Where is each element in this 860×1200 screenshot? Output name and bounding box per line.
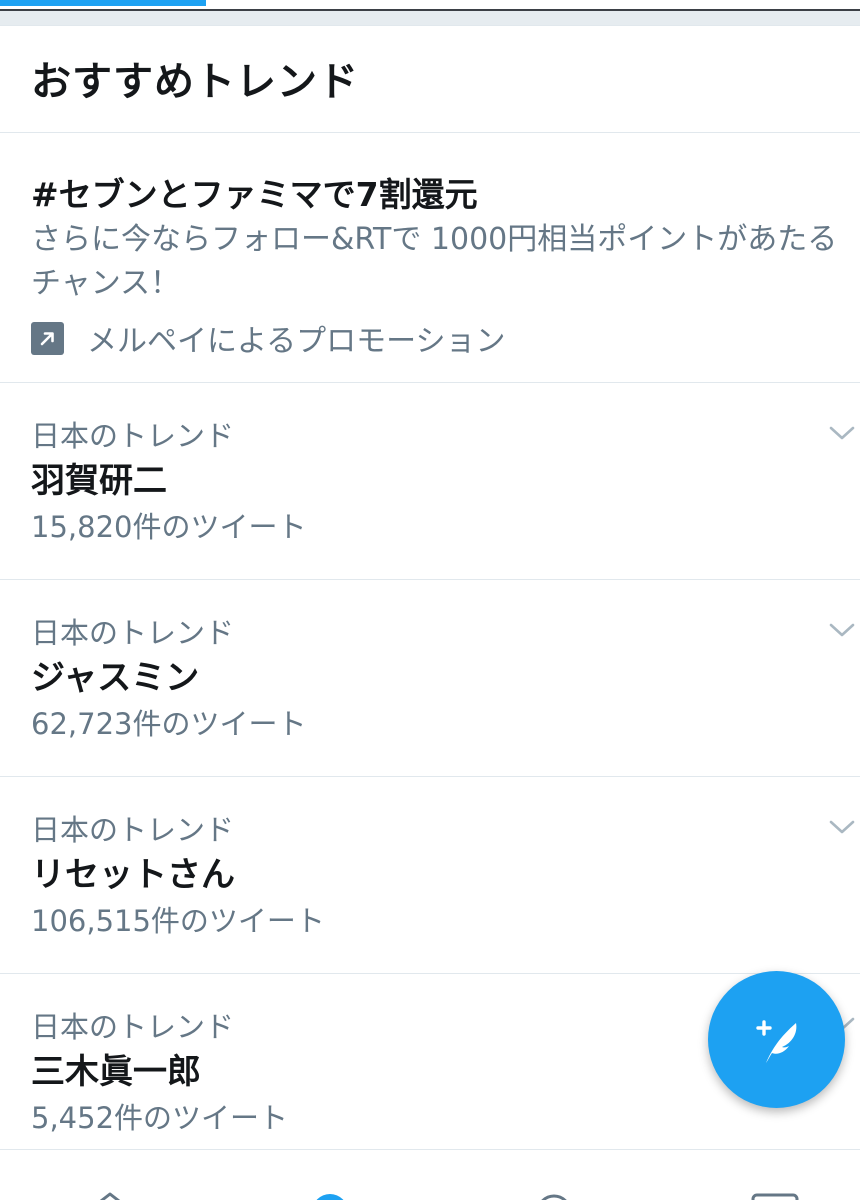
trends-panel: おすすめトレンド #セブンとファミマで7割還元 さらに今ならフォロー&RTで 1… [0,25,860,1149]
trend-item[interactable]: 日本のトレンド リセットさん 106,515件のツイート [0,777,860,974]
promoted-by-label: メルペイによるプロモーション [87,324,506,359]
trend-context: 日本のトレンド [31,419,235,453]
chevron-down-icon[interactable] [828,620,856,640]
trend-tweet-count: 62,723件のツイート [31,707,307,741]
trend-name[interactable]: リセットさん [31,847,840,903]
trends-header: おすすめトレンド [0,26,860,133]
promoted-arrow-icon [31,321,64,355]
promoted-trend-title[interactable]: #セブンとファミマで7割還元 [31,173,840,217]
chevron-down-icon[interactable] [828,423,856,443]
trend-tweet-count: 5,452件のツイート [31,1101,289,1135]
trend-item[interactable]: 日本のトレンド ジャスミン 62,723件のツイート [0,580,860,777]
notifications-icon[interactable] [532,1190,576,1200]
trend-item[interactable]: 日本のトレンド 羽賀研二 15,820件のツイート [0,383,860,580]
page-title: おすすめトレンド [31,59,359,105]
trend-name[interactable]: 羽賀研二 [31,453,840,509]
compose-tweet-button[interactable] [708,971,845,1108]
trend-tweet-count: 106,515件のツイート [31,904,325,938]
top-tab-bar [0,0,860,11]
chevron-down-icon[interactable] [828,817,856,837]
promoted-trend[interactable]: #セブンとファミマで7割還元 さらに今ならフォロー&RTで 1000円相当ポイン… [0,133,860,383]
active-tab-indicator [0,0,206,6]
home-icon[interactable] [88,1190,132,1200]
trend-context: 日本のトレンド [31,813,235,847]
bottom-navigation [0,1149,860,1200]
trend-tweet-count: 15,820件のツイート [31,510,307,544]
promoted-by: メルペイによるプロモーション [31,316,840,360]
promoted-trend-description: さらに今ならフォロー&RTで 1000円相当ポイントがあたるチャンス！ [31,222,838,301]
trend-context: 日本のトレンド [31,616,235,650]
explore-icon[interactable] [308,1190,352,1200]
messages-icon[interactable] [750,1190,800,1200]
compose-tweet-icon [755,1019,796,1063]
trend-name[interactable]: ジャスミン [31,650,840,706]
